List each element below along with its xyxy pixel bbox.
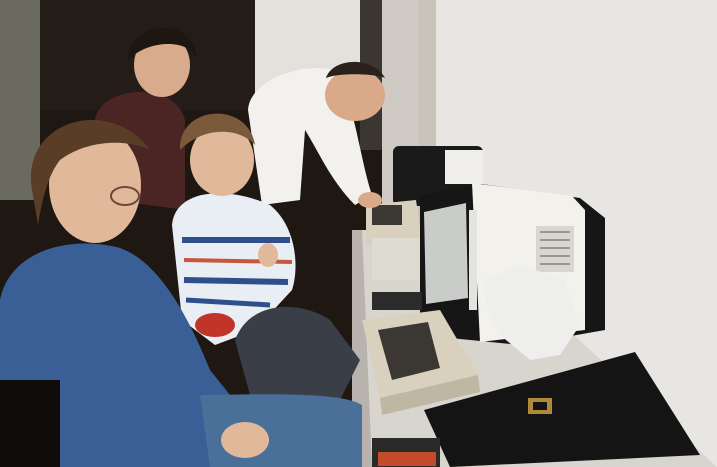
chair (0, 380, 60, 467)
cassette-label (378, 452, 436, 466)
photo-scene (0, 0, 717, 467)
photo-illustration (0, 0, 717, 467)
disk-drive (372, 238, 422, 280)
